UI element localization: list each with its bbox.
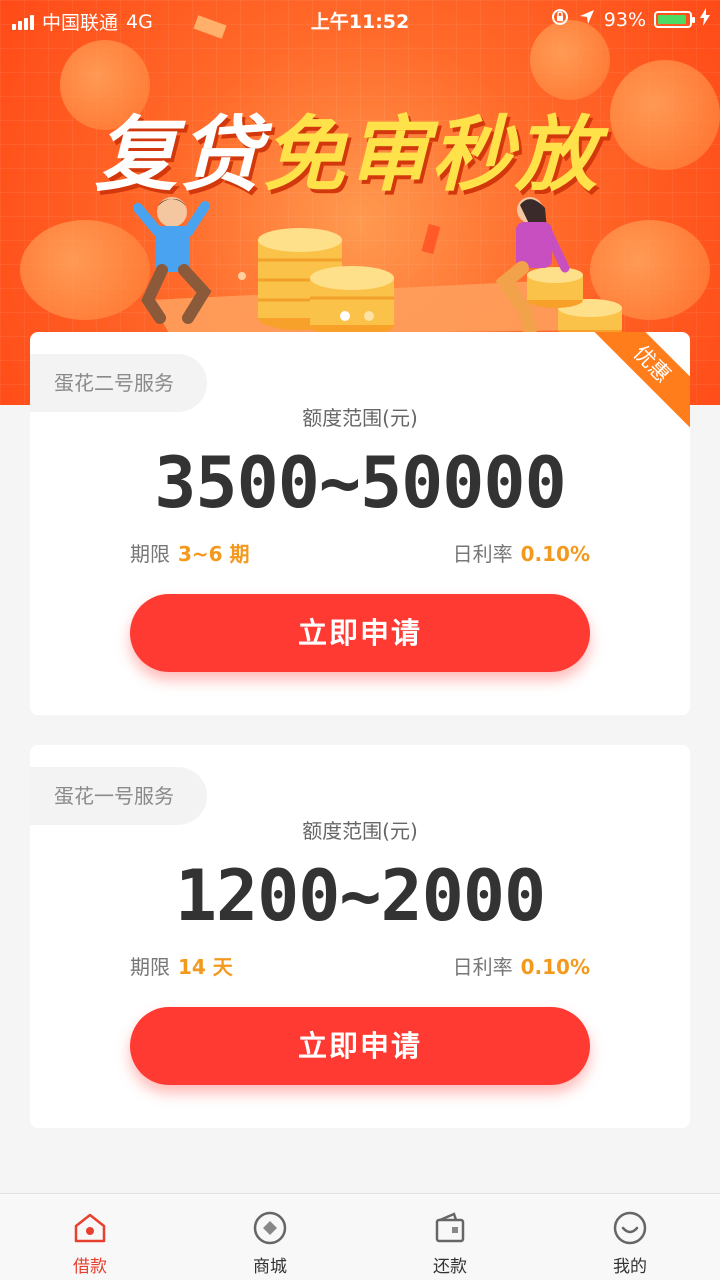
apply-now-button[interactable]: 立即申请 (130, 594, 590, 672)
tab-label: 商城 (253, 1257, 287, 1277)
battery-icon (654, 11, 695, 28)
term-value: 14 天 (178, 955, 233, 979)
amount-range-label: 额度范围(元) (302, 819, 418, 843)
rate-info: 日利率 0.10% (453, 951, 590, 980)
tab-repay[interactable]: 还款 (360, 1194, 540, 1280)
rate-label: 日利率 (452, 542, 513, 566)
term-label: 期限 (130, 542, 170, 566)
status-bar: 中国联通 4G 上午11:52 93% (0, 0, 720, 36)
rate-info: 日利率 0.10% (453, 538, 590, 567)
tab-mall[interactable]: 商城 (180, 1194, 360, 1280)
battery-percent: 93% (603, 8, 646, 31)
product-card: 蛋花一号服务 额度范围(元) 1200~2000 期限 14 天 日利率 0.10%… (30, 745, 690, 1128)
apply-now-button[interactable]: 立即申请 (130, 1007, 590, 1085)
tab-label: 借款 (73, 1257, 107, 1277)
rate-label: 日利率 (452, 955, 513, 979)
tab-profile[interactable]: 我的 (540, 1194, 720, 1280)
wallet-icon (435, 1212, 465, 1243)
term-label: 期限 (130, 955, 170, 979)
amount-range-label: 额度范围(元) (302, 406, 418, 430)
amount-range-value: 1200~2000 (174, 855, 546, 937)
tab-label: 还款 (433, 1257, 467, 1277)
rate-value: 0.10% (520, 542, 590, 566)
home-icon (74, 1213, 106, 1243)
pagination-dot-active[interactable] (340, 311, 350, 321)
charging-icon (700, 8, 710, 31)
pagination-dot[interactable] (364, 311, 374, 321)
bottom-tab-bar: 借款 商城 还款 我的 (0, 1193, 720, 1280)
location-icon (578, 8, 596, 31)
amount-range-value: 3500~50000 (154, 442, 566, 524)
product-card: 蛋花二号服务 优惠 额度范围(元) 3500~50000 期限 3~6 期 日利率… (30, 332, 690, 715)
rate-value: 0.10% (520, 955, 590, 979)
tab-loan[interactable]: 借款 (0, 1194, 180, 1280)
term-info: 期限 14 天 (130, 951, 233, 980)
profile-icon (613, 1211, 647, 1245)
banner-pagination (340, 311, 374, 321)
mall-icon (253, 1211, 287, 1245)
term-value: 3~6 期 (178, 542, 250, 566)
rotation-lock-icon (550, 7, 570, 32)
term-info: 期限 3~6 期 (130, 538, 250, 567)
tab-label: 我的 (613, 1257, 647, 1277)
